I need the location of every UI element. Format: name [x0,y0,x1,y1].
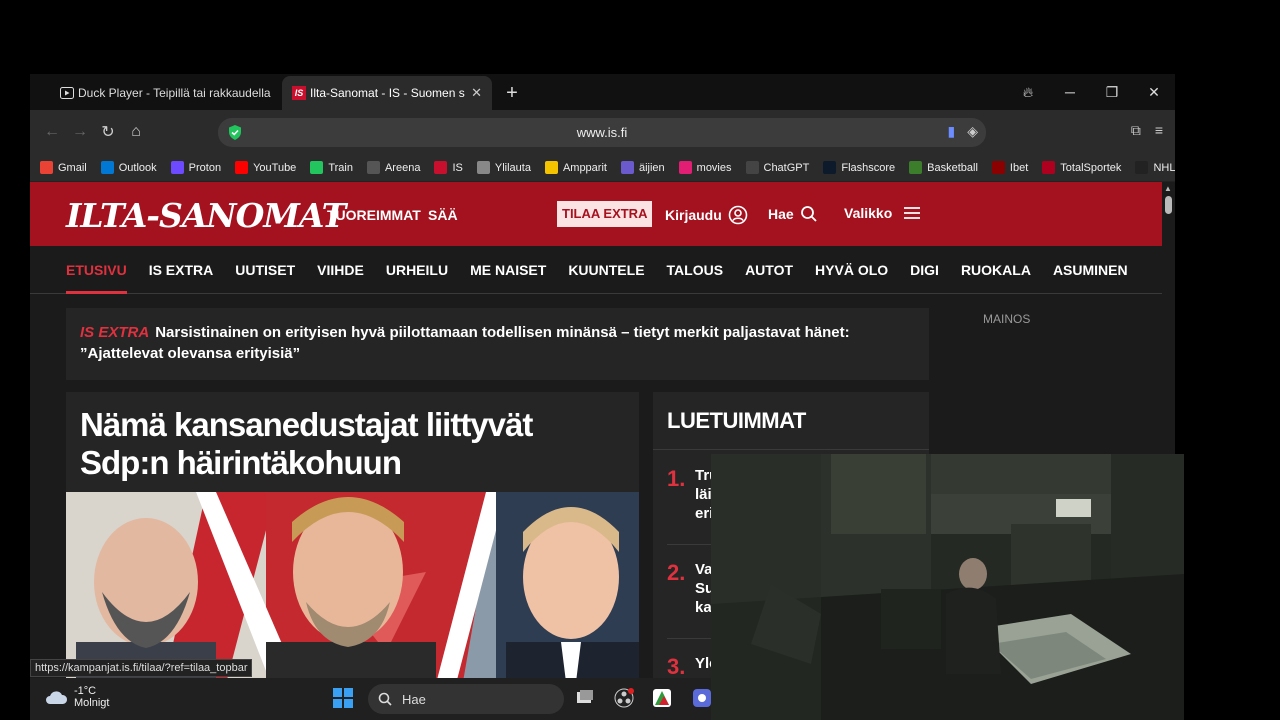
bookmark-label: Proton [188,161,222,174]
obs-icon[interactable] [614,688,634,708]
bookmark-flashscore[interactable]: Flashscore [823,161,895,174]
bookmark-label: Areena [384,161,421,174]
bookmark-basketball[interactable]: Basketball [909,161,978,174]
bookmark-favicon-icon [434,161,448,174]
home-button[interactable]: ⌂ [122,123,150,141]
bookmark-favicon-icon [678,161,692,174]
bookmark-proton[interactable]: Proton [170,161,222,174]
bookmark-favicon-icon [823,161,837,174]
bookmark-label: ChatGPT [763,161,810,174]
bookmark-label: äijien [638,161,665,174]
forward-button[interactable]: → [66,123,94,141]
bookmark-label: Ampparit [562,161,607,174]
play-icon [60,86,74,100]
bookmark-totalsportek[interactable]: TotalSportek [1042,161,1121,174]
bookmark-nhl[interactable]: NHL [1135,161,1175,174]
bookmark-movies[interactable]: movies [678,161,732,174]
status-url: https://kampanjat.is.fi/tilaa/?ref=tilaa… [30,659,253,677]
app-icon[interactable] [692,688,712,708]
bookmark-label: Gmail [58,161,87,174]
bookmark-label: IS [452,161,463,174]
search-icon [378,692,392,706]
bookmark-favicon-icon [235,161,249,174]
webcam-overlay [711,454,1184,720]
bookmarks-bar: Gmail Outlook Proton YouTube Train Areena IS Yl… [30,154,1175,182]
close-icon[interactable]: ✕ [471,85,482,101]
bookmark-äijien[interactable]: äijien [620,161,665,174]
window-controls: 🔥︎ ─ ❐ ✕ [1007,74,1175,110]
bookmark-favicon-icon [170,161,184,174]
weather-widget[interactable]: -1°C Molnigt [44,685,109,709]
bookmark-ampparit[interactable]: Ampparit [544,161,607,174]
bookmark-label: TotalSportek [1060,161,1122,174]
tab-title: Duck Player - Teipillä tai rakkaudella [78,86,271,100]
bookmark-train[interactable]: Train [310,161,353,174]
bookmark-favicon-icon [476,161,490,174]
weather-description: Molnigt [74,697,110,709]
bookmark-label: NHL [1153,161,1175,174]
bookmark-gmail[interactable]: Gmail [40,161,87,174]
restore-button[interactable]: ❐ [1091,84,1133,101]
tabs-overview-icon[interactable]: ⧉ [1131,122,1141,139]
reload-button[interactable]: ↻ [94,122,122,142]
back-button[interactable]: ← [38,123,66,141]
bookmark-favicon-icon [310,161,324,174]
bookmark-is[interactable]: IS [434,161,463,174]
temperature: -1°C [74,685,97,697]
sticker-app-icon[interactable] [652,688,672,708]
bookmark-favicon-icon [620,161,634,174]
tab-title: Ilta-Sanomat - IS - Suomen suurin [310,86,465,100]
bookmark-youtube[interactable]: YouTube [235,161,296,174]
duck-ai-icon[interactable]: ◈ [967,123,978,140]
windows-start-icon[interactable] [333,688,353,708]
bookmark-label: Train [328,161,353,174]
bookmark-ylilauta[interactable]: Ylilauta [476,161,531,174]
bookmark-label: movies [696,161,732,174]
new-tab-button[interactable]: + [498,79,526,107]
tab-duck-player[interactable]: Duck Player - Teipillä tai rakkaudella [50,76,282,110]
bookmark-favicon-icon [1135,161,1149,174]
navigation-bar: ← → ↻ ⌂ www.is.fi ▮ ◈ ⧉ ≡ [30,110,1175,154]
menu-icon[interactable]: ≡ [1155,122,1163,139]
bookmark-icon[interactable]: ▮ [948,123,956,140]
bookmark-favicon-icon [909,161,923,174]
minimize-button[interactable]: ─ [1049,84,1091,100]
taskbar-search[interactable]: Hae [368,684,564,714]
is-logo-icon: IS [292,86,306,100]
tab-ilta-sanomat[interactable]: IS Ilta-Sanomat - IS - Suomen suurin ✕ [282,76,492,110]
tab-bar: Duck Player - Teipillä tai rakkaudella I… [30,74,1175,110]
bookmark-areena[interactable]: Areena [366,161,421,174]
bookmark-outlook[interactable]: Outlook [100,161,157,174]
bookmark-favicon-icon [366,161,380,174]
task-view-icon[interactable] [575,688,595,708]
cloud-icon [46,691,68,704]
bookmark-favicon-icon [544,161,558,174]
bookmark-label: Ylilauta [494,161,531,174]
close-window-button[interactable]: ✕ [1133,84,1175,101]
shield-icon [229,125,241,140]
bookmark-label: Flashscore [841,161,896,174]
bookmark-label: YouTube [253,161,297,174]
address-bar[interactable]: www.is.fi ▮ ◈ [218,118,986,147]
bookmark-label: Outlook [118,161,157,174]
bookmark-favicon-icon [100,161,114,174]
bookmark-chatgpt[interactable]: ChatGPT [745,161,810,174]
bookmark-favicon-icon [745,161,759,174]
bookmark-label: Ibet [1009,161,1029,174]
fire-icon[interactable]: 🔥︎ [1007,84,1049,101]
url-text: www.is.fi [576,125,628,140]
bookmark-favicon-icon [991,161,1005,174]
bookmark-ibet[interactable]: Ibet [991,161,1029,174]
bookmark-label: Basketball [927,161,978,174]
bookmark-favicon-icon [40,161,53,174]
taskbar-search-placeholder: Hae [402,691,426,707]
bookmark-favicon-icon [1042,161,1056,174]
